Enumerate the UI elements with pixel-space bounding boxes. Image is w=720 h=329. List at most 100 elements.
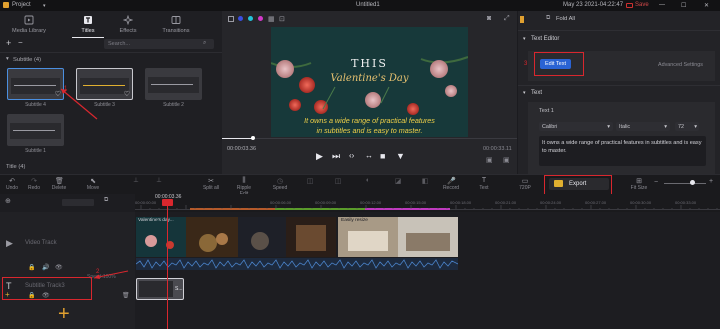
titles-icon [84, 16, 92, 24]
save-label[interactable]: Save [635, 2, 649, 8]
save-icon[interactable] [626, 3, 633, 8]
next-frame-button[interactable]: ⏭ [332, 151, 340, 162]
resolution-button[interactable]: ▭ 720P [513, 177, 537, 191]
video-script-text: Valentine's Day [330, 73, 409, 84]
speed-button[interactable]: ◷ Speed [268, 177, 292, 191]
maximize-button[interactable]: ☐ [681, 2, 686, 9]
add-media-icon[interactable]: + [58, 303, 70, 326]
delete-button[interactable]: 🗑 Delete [47, 177, 71, 191]
play-button[interactable]: ▶ [316, 151, 323, 162]
audio-waveform[interactable] [136, 258, 458, 270]
split-icon: ⟂ [133, 177, 139, 184]
snap-icon[interactable]: ⧉ [104, 197, 108, 204]
text-content-field[interactable]: It owns a wide range of practical featur… [539, 136, 706, 166]
mark-icon[interactable]: ⊡ [279, 15, 285, 23]
split-button[interactable]: ⟂ [124, 177, 148, 185]
section-chevron-icon[interactable]: ▾ [6, 56, 9, 62]
fold-icon[interactable]: ⧉ [546, 15, 550, 22]
undo-button[interactable]: ↶ Undo [0, 177, 24, 191]
split-prev-button[interactable]: ⟂ [147, 177, 171, 185]
effects-icon [123, 15, 133, 25]
lock-icon[interactable]: 🔒 [28, 264, 35, 271]
color-dot-blue[interactable] [238, 16, 243, 21]
color-dot-magenta[interactable] [258, 16, 263, 21]
progress-track[interactable] [222, 138, 517, 139]
search-placeholder: Search... [108, 41, 131, 47]
fit-size-button[interactable]: ⊞ Fit Size [627, 177, 651, 191]
minimize-button[interactable]: — [659, 2, 665, 8]
advanced-settings[interactable]: Advanced Settings [658, 62, 703, 68]
tab-media-library-label: Media Library [12, 28, 46, 34]
tool-button[interactable]: ◧ [413, 177, 437, 185]
grid-icon[interactable]: ▦ [268, 15, 275, 23]
date-time: May 23 2021-04:22:47 [563, 2, 624, 8]
delete-icon: 🗑 [55, 178, 64, 185]
fullscreen-icon[interactable]: ⤢ [504, 15, 510, 23]
progress-handle[interactable] [251, 136, 255, 140]
playhead-line[interactable] [167, 200, 168, 329]
close-button[interactable]: ✕ [704, 2, 709, 9]
subtitle-thumbnail[interactable] [145, 68, 202, 100]
stop-button[interactable]: ■ [380, 151, 385, 161]
annotation-step-1: 1 [64, 86, 68, 92]
font-chevron-icon: ▾ [607, 123, 610, 130]
delete-track-icon[interactable]: 🗑 [122, 292, 130, 299]
search-input[interactable]: Search... [104, 39, 214, 49]
move-button[interactable]: ⬉ Move [81, 177, 105, 191]
zoom-slider-handle[interactable] [690, 180, 695, 185]
edit-text-button[interactable]: Edit Text [540, 59, 571, 69]
zoom-in-icon[interactable]: + [709, 178, 713, 185]
screen-size-icon[interactable]: ▣ [486, 156, 493, 164]
text-chevron-icon[interactable]: ▾ [523, 90, 526, 96]
tab-media-library[interactable]: Media Library [3, 11, 55, 38]
tool-button[interactable]: ◫ [326, 177, 350, 185]
zoom-out-icon[interactable]: − [654, 179, 658, 186]
crop-icon[interactable] [228, 16, 234, 22]
tool-button[interactable]: ◫ [298, 177, 322, 185]
zoom-slider[interactable] [664, 183, 706, 184]
style-select[interactable]: Italic ▾ [616, 122, 670, 131]
subtitle-line-1: It owns a wide range of practical featur… [304, 116, 435, 125]
snapshot-icon[interactable]: ◙ [487, 15, 491, 22]
color-dot-cyan[interactable] [248, 16, 253, 21]
split-all-button[interactable]: ✂ Split all [199, 177, 223, 191]
tab-transitions[interactable]: Transitions [150, 11, 202, 38]
video-clip-2[interactable]: Easily resize [338, 217, 458, 257]
video-clip-1[interactable]: Valentine's day... [136, 217, 336, 257]
tool-button[interactable]: ◐ [356, 177, 380, 184]
search-icon[interactable]: ⌕ [203, 40, 206, 47]
mark-in-icon[interactable]: ↔ [365, 151, 373, 160]
panel-bar-icon [520, 16, 524, 23]
project-menu-chevron-icon[interactable]: ▾ [43, 3, 46, 9]
tool-icon: ◐ [365, 177, 371, 184]
subtitle-clip[interactable]: S... [136, 278, 184, 300]
undo-label: Undo [6, 185, 18, 191]
playhead-handle[interactable] [162, 199, 173, 206]
eye-icon[interactable]: 👁 [55, 264, 63, 271]
rewind-forward-icon[interactable]: ‹› [349, 151, 354, 160]
size-select[interactable]: 72 ▾ [675, 122, 699, 131]
add-track-icon[interactable]: ⊕ [5, 197, 11, 205]
aspect-icon[interactable]: ▣ [503, 156, 510, 164]
track-tool[interactable] [62, 199, 94, 206]
remove-icon[interactable]: − [18, 38, 23, 47]
tab-effects[interactable]: Effects [102, 11, 154, 38]
record-button[interactable]: 🎤 Record [439, 177, 463, 191]
redo-button[interactable]: ↷ Redo [22, 177, 46, 191]
fold-all[interactable]: Fold All [556, 16, 575, 22]
favorite-icon[interactable]: ♡ [124, 90, 130, 98]
volume-icon[interactable]: ▼ [396, 151, 405, 161]
text-button[interactable]: T Text [472, 177, 496, 191]
audio-icon[interactable]: 🔊 [42, 264, 49, 271]
project-menu[interactable]: Project [12, 2, 31, 8]
app-logo-icon [3, 2, 9, 8]
font-select[interactable]: Calibri ▾ [539, 122, 613, 131]
subtitle-clip-label: S... [175, 286, 183, 292]
add-icon[interactable]: + [6, 38, 11, 48]
tool-button[interactable]: ◪ [386, 177, 410, 185]
section-subtitle: Subtitle (4) [13, 57, 42, 63]
move-icon: ⬉ [90, 178, 96, 185]
export-button[interactable]: Export [549, 178, 609, 190]
resolution-icon: ▭ [521, 178, 529, 185]
text-editor-chevron-icon[interactable]: ▾ [523, 36, 526, 42]
